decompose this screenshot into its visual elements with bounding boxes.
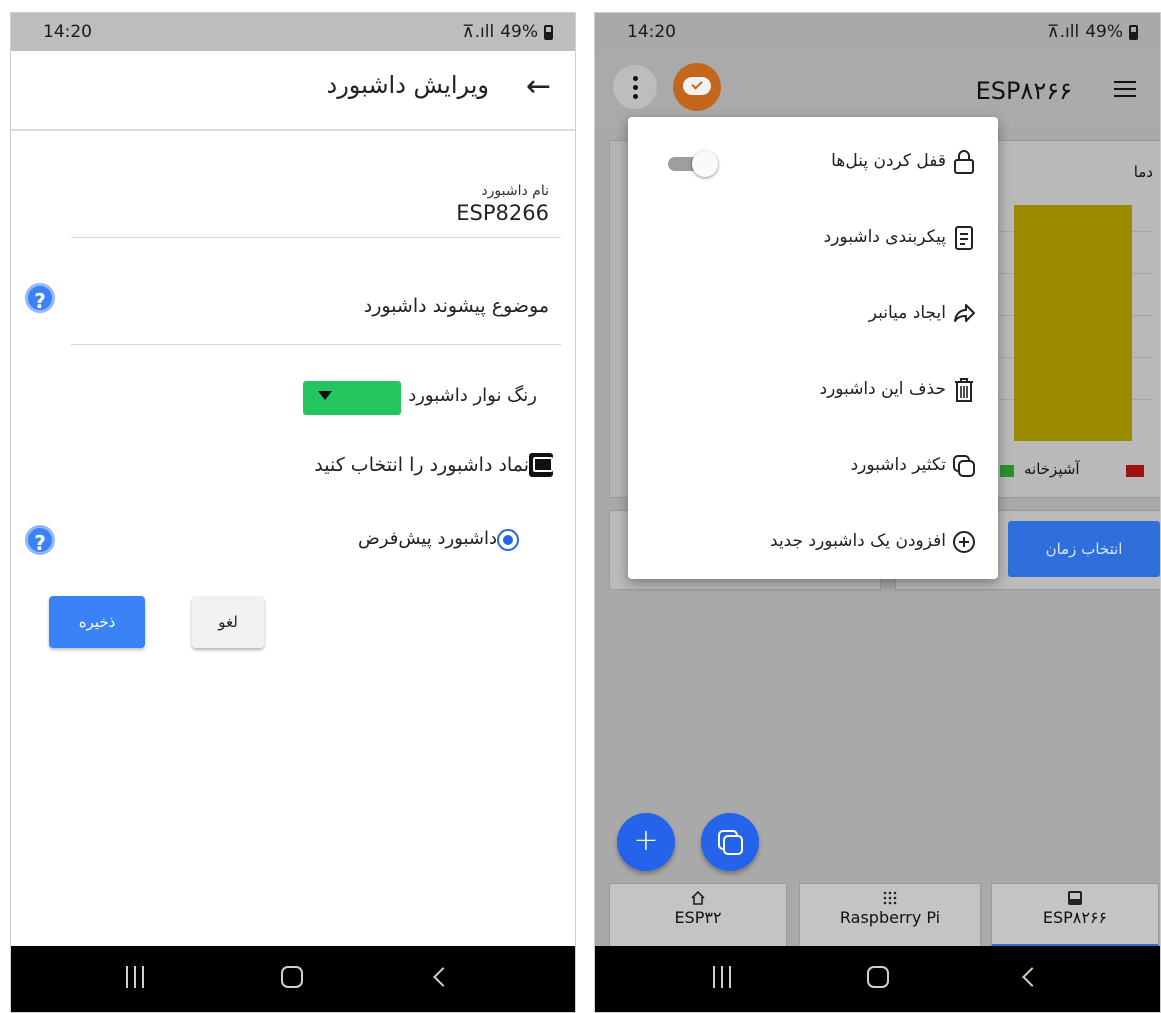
home-nav-icon[interactable]: [281, 966, 303, 988]
legend-swatch: [1126, 465, 1144, 477]
tab-raspberry-pi[interactable]: Raspberry Pi: [799, 883, 981, 947]
menu-item-create-shortcut[interactable]: ایجاد میانبر: [628, 285, 998, 345]
menu-item-label: ایجاد میانبر: [868, 303, 946, 323]
app-bar: ویرایش داشبورد ←: [11, 51, 575, 131]
dashboard-screen: 14:20 ⊼.ıll 49% ESP۸۲۶۶ دما آشپزخانه انت…: [594, 12, 1161, 1013]
home-icon: [691, 890, 705, 905]
status-time: 14:20: [627, 22, 676, 42]
divider: [71, 344, 561, 345]
grid-icon: [883, 891, 897, 905]
chevron-down-icon: [318, 391, 332, 400]
dashboard-symbol-icon[interactable]: [529, 453, 553, 477]
signal-icon: ⊼.ıll: [1047, 22, 1080, 42]
battery-percent: 49%: [500, 22, 538, 42]
dashboard-name-label: نام داشبورد: [481, 183, 549, 199]
help-icon[interactable]: ?: [25, 283, 55, 313]
trash-icon: [955, 378, 973, 402]
copy-icon: [953, 455, 975, 477]
menu-item-lock-panels[interactable]: قفل کردن پنل‌ها: [628, 133, 998, 193]
chart-title: دما: [1133, 163, 1153, 181]
dashboard-tabs: ESP۳۲ Raspberry Pi ESP۸۲۶۶: [595, 879, 1160, 949]
lock-toggle[interactable]: [668, 151, 720, 177]
battery-icon: [1129, 24, 1138, 40]
lock-icon: [954, 150, 974, 174]
menu-item-label: پیکربندی داشبورد: [823, 227, 946, 247]
cloud-connected-icon[interactable]: [673, 63, 721, 111]
dashboard-title: ESP۸۲۶۶: [975, 77, 1072, 105]
overflow-menu: قفل کردن پنل‌ها پیکربندی داشبورد ایجاد م…: [628, 117, 998, 579]
bar-color-label: رنگ نوار داشبورد: [408, 385, 537, 406]
menu-item-label: قفل کردن پنل‌ها: [831, 151, 946, 171]
symbol-select-label[interactable]: نماد داشبورد را انتخاب کنید: [314, 454, 529, 476]
legend-label: آشپزخانه: [1024, 460, 1080, 478]
signal-icon: ⊼.ıll: [462, 22, 495, 42]
page-title: ویرایش داشبورد: [326, 71, 489, 99]
battery-percent: 49%: [1085, 22, 1123, 42]
chart-bar: [1014, 205, 1132, 441]
battery-icon: [544, 24, 553, 40]
back-nav-icon[interactable]: [433, 967, 453, 987]
status-indicators: ⊼.ıll 49%: [462, 22, 553, 42]
dashboard-name-input[interactable]: ESP8266: [456, 201, 549, 225]
status-bar: 14:20 ⊼.ıll 49%: [11, 13, 575, 51]
tab-label: ESP۳۲: [674, 908, 722, 927]
menu-item-configure-dashboard[interactable]: پیکربندی داشبورد: [628, 209, 998, 269]
tab-esp8266[interactable]: ESP۸۲۶۶: [991, 883, 1159, 947]
bar-color-select[interactable]: [303, 381, 401, 415]
system-nav-bar: [595, 946, 1160, 1012]
help-icon[interactable]: ?: [25, 525, 55, 555]
home-nav-icon[interactable]: [867, 966, 889, 988]
recent-apps-icon[interactable]: [126, 966, 144, 988]
edit-dashboard-screen: 14:20 ⊼.ıll 49% ویرایش داشبورد ← نام داش…: [10, 12, 576, 1013]
status-indicators: ⊼.ıll 49%: [1047, 22, 1138, 42]
menu-item-label: افزودن یک داشبورد جدید: [770, 531, 946, 551]
tab-label: Raspberry Pi: [839, 908, 941, 927]
monitor-icon: [1068, 891, 1082, 905]
recent-apps-icon[interactable]: [713, 966, 731, 988]
tab-esp32[interactable]: ESP۳۲: [609, 883, 787, 947]
menu-item-add-dashboard[interactable]: افزودن یک داشبورد جدید: [628, 513, 998, 573]
menu-item-duplicate-dashboard[interactable]: تکثیر داشبورد: [628, 437, 998, 497]
topic-prefix-field[interactable]: موضوع پیشوند داشبورد: [364, 295, 549, 317]
save-button[interactable]: ذخیره: [49, 596, 145, 648]
menu-icon[interactable]: [1114, 81, 1136, 97]
tab-label: ESP۸۲۶۶: [1042, 908, 1108, 927]
menu-item-label: حذف این داشبورد: [819, 379, 947, 399]
share-icon: [954, 304, 975, 322]
default-dashboard-label: داشبورد پیش‌فرض: [358, 528, 497, 549]
add-panel-fab[interactable]: +: [617, 813, 675, 871]
add-circle-icon: [953, 531, 975, 553]
arrow-back-icon[interactable]: ←: [526, 69, 551, 104]
menu-item-label: تکثیر داشبورد: [850, 455, 946, 475]
cancel-button[interactable]: لغو: [192, 596, 264, 648]
system-nav-bar: [11, 946, 575, 1012]
status-time: 14:20: [43, 22, 92, 42]
menu-item-delete-dashboard[interactable]: حذف این داشبورد: [628, 361, 998, 421]
document-icon: [955, 226, 973, 250]
back-nav-icon[interactable]: [1022, 967, 1042, 987]
divider: [71, 237, 561, 238]
select-time-button[interactable]: انتخاب زمان: [1008, 521, 1160, 577]
more-vert-icon[interactable]: [613, 65, 657, 109]
copy-fab[interactable]: [701, 813, 759, 871]
default-dashboard-radio[interactable]: [497, 529, 519, 551]
status-bar: 14:20 ⊼.ıll 49%: [595, 13, 1160, 51]
legend-swatch: [1000, 465, 1014, 477]
